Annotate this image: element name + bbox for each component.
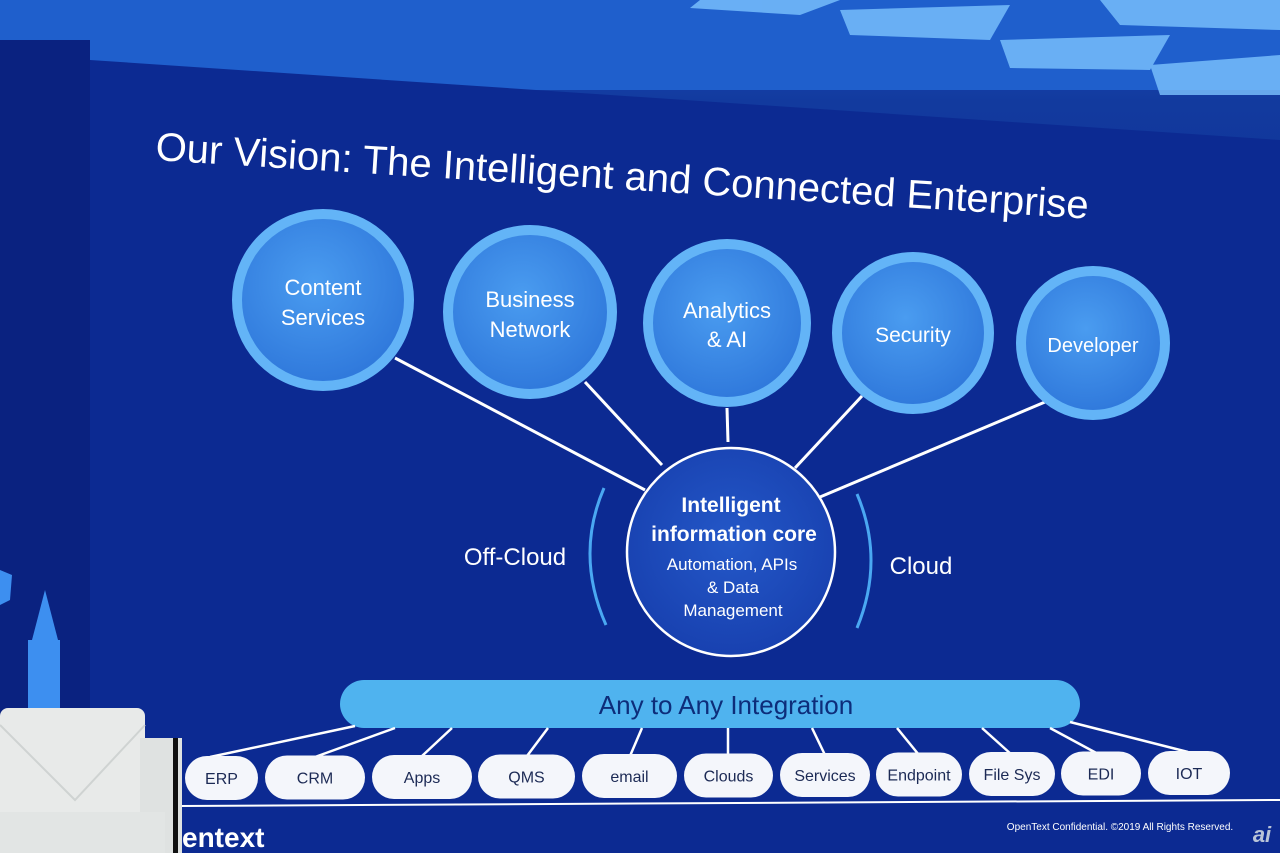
system-pill-label: Apps — [404, 770, 440, 787]
system-pill: Clouds — [684, 753, 773, 798]
system-pill: Apps — [372, 755, 472, 799]
opentext-logo: entext — [182, 822, 264, 853]
pillar-label: Analytics — [683, 298, 771, 323]
information-core: Intelligent information core Automation,… — [625, 446, 837, 658]
system-pill-label: Services — [794, 768, 855, 785]
system-list: ERP CRM Apps QMS email Clouds Services Endpoint… — [185, 751, 1230, 800]
slide-diagram: Our Vision: The Intelligent and Connecte… — [0, 0, 1280, 853]
pillar-label: Content — [284, 275, 361, 300]
integration-bar-label: Any to Any Integration — [599, 690, 853, 720]
core-title: Intelligent — [681, 494, 780, 517]
pillar-label: & AI — [707, 327, 747, 352]
pillar-analytics-ai: Analytics & AI — [643, 239, 811, 407]
system-pill-label: EDI — [1088, 767, 1115, 784]
system-pill-label: QMS — [508, 770, 544, 787]
system-pill: Services — [780, 753, 870, 797]
core-subtitle: Automation, APIs — [667, 555, 797, 574]
cloud-label: Cloud — [890, 553, 953, 580]
system-pill: ERP — [185, 756, 258, 800]
footer-copyright: OpenText Confidential. ©2019 All Rights … — [1007, 822, 1233, 833]
system-pill: EDI — [1061, 751, 1141, 796]
pillar-label: Security — [875, 324, 951, 347]
system-pill: CRM — [265, 755, 365, 800]
watermark-logo: ai — [1253, 822, 1272, 847]
pillar-security: Security — [832, 252, 994, 414]
pillar-label: Developer — [1047, 335, 1139, 357]
system-pill-label: Clouds — [704, 769, 754, 786]
slide-photo: Our Vision: The Intelligent and Connecte… — [0, 0, 1280, 853]
pillar-label: Services — [281, 305, 365, 330]
pillar-developer: Developer — [1016, 266, 1170, 420]
core-subtitle: Management — [683, 601, 783, 620]
system-pill: QMS — [478, 754, 575, 799]
system-pill: Endpoint — [876, 752, 962, 797]
pillar-business-network: Business Network — [443, 225, 617, 399]
system-pill-label: email — [610, 769, 648, 786]
system-pill-label: CRM — [297, 771, 333, 788]
system-pill-label: File Sys — [984, 767, 1041, 784]
core-title: information core — [651, 523, 817, 546]
system-pill: email — [582, 754, 677, 798]
pillar-content-services: Content Services — [232, 209, 414, 391]
pillar-label: Business — [485, 287, 574, 312]
core-subtitle: & Data — [707, 578, 760, 597]
off-cloud-label: Off-Cloud — [464, 544, 566, 571]
system-pill-label: Endpoint — [887, 768, 951, 785]
system-pill: IOT — [1148, 751, 1230, 795]
system-pill: File Sys — [969, 752, 1055, 796]
system-pill-label: IOT — [1176, 766, 1203, 783]
pillar-label: Network — [490, 317, 572, 342]
system-pill-label: ERP — [205, 771, 238, 788]
